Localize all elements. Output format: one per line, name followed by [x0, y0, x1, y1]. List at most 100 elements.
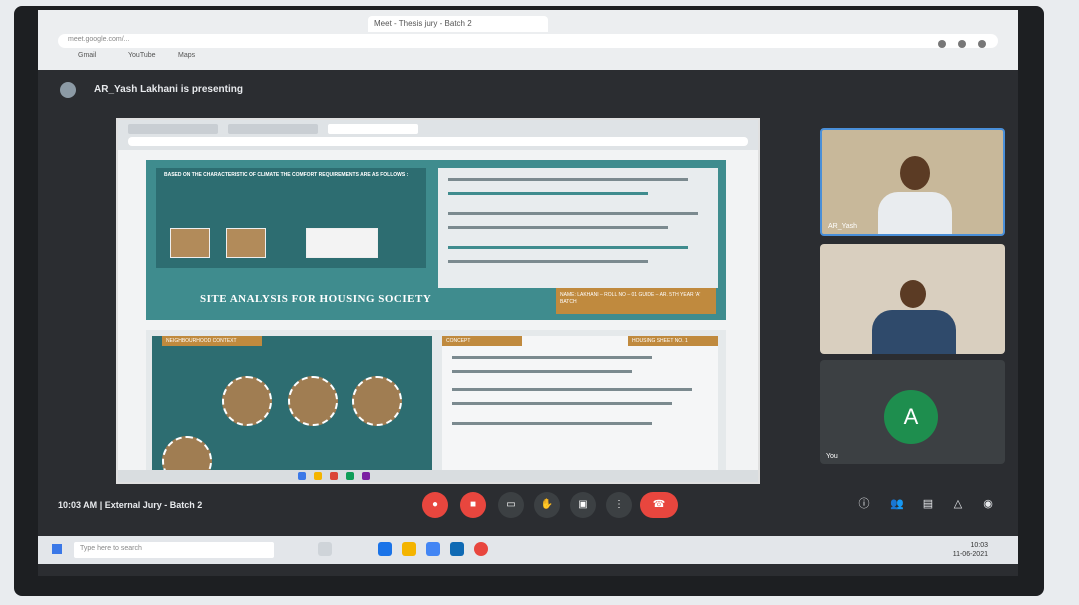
bookmark-gmail[interactable]: Gmail: [78, 52, 96, 59]
banner-title: SITE ANALYSIS FOR HOUSING SOCIETY: [200, 293, 432, 305]
text-line: [448, 192, 648, 195]
shared-tab: [228, 124, 318, 134]
raise-hand-button[interactable]: ✋: [534, 492, 560, 518]
participant-head: [900, 280, 926, 308]
browser-chrome: Meet - Thesis jury - Batch 2 meet.google…: [38, 10, 1018, 70]
participant-tile-self[interactable]: A You: [820, 360, 1005, 464]
store-icon[interactable]: [426, 542, 440, 556]
self-avatar: A: [884, 390, 938, 444]
app-icon: [330, 472, 338, 480]
meeting-time: 10:03 AM: [58, 500, 98, 510]
context-photo: [352, 376, 402, 426]
shared-tab-active: [328, 124, 418, 134]
address-bar[interactable]: meet.google.com/...: [58, 34, 998, 48]
profile-icon[interactable]: [958, 40, 966, 48]
edge-icon[interactable]: [378, 542, 392, 556]
camera-off-icon: ■: [469, 499, 477, 510]
text-line: [452, 402, 672, 405]
shared-tab: [128, 124, 218, 134]
participant-body: [872, 310, 956, 354]
shared-taskbar: [118, 470, 758, 482]
more-vert-icon: ⋮: [614, 499, 624, 510]
chrome-icon[interactable]: [474, 542, 488, 556]
windows-start-icon[interactable]: [52, 544, 62, 554]
chat-icon[interactable]: ▤: [922, 498, 934, 510]
building-thumbnail: [226, 228, 266, 258]
present-icon: ▣: [578, 499, 588, 510]
screen: Meet - Thesis jury - Batch 2 meet.google…: [38, 10, 1018, 576]
text-line: [448, 246, 688, 249]
presenter-label: AR_Yash Lakhani is presenting: [94, 84, 243, 95]
captions-button[interactable]: ▭: [498, 492, 524, 518]
clock-date: 11-06-2021: [952, 551, 988, 558]
menu-icon[interactable]: [978, 40, 986, 48]
browser-tab[interactable]: Meet - Thesis jury - Batch 2: [368, 16, 548, 32]
title-banner: SITE ANALYSIS FOR HOUSING SOCIETY: [186, 288, 546, 310]
text-line: [452, 388, 692, 391]
shared-browser-chrome: [118, 120, 758, 150]
presenter-bar: AR_Yash Lakhani is presenting: [38, 78, 1018, 102]
app-icon: [298, 472, 306, 480]
sheet-tag: HOUSING SHEET NO. 1: [628, 336, 718, 346]
presenter-avatar: [60, 82, 76, 98]
text-line: [452, 356, 652, 359]
extension-icon[interactable]: [938, 40, 946, 48]
participant-name: AR_Yash: [828, 223, 858, 230]
activities-icon[interactable]: △: [952, 498, 964, 510]
mic-off-button[interactable]: ●: [422, 492, 448, 518]
presentation-board-2: NEIGHBOURHOOD CONTEXT CONCEPT HOUSING SH…: [146, 330, 726, 482]
end-call-button[interactable]: ☎: [640, 492, 678, 518]
present-button[interactable]: ▣: [570, 492, 596, 518]
context-tag: NEIGHBOURHOOD CONTEXT: [162, 336, 262, 346]
lock-icon[interactable]: ◉: [982, 498, 994, 510]
meeting-title: External Jury - Batch 2: [104, 500, 203, 510]
info-icon[interactable]: ⓘ: [858, 498, 870, 510]
context-photo: [288, 376, 338, 426]
mail-icon[interactable]: [450, 542, 464, 556]
concept-panel: CONCEPT HOUSING SHEET NO. 1: [442, 336, 718, 476]
section-drawing: [306, 228, 378, 258]
app-icon: [346, 472, 354, 480]
people-icon[interactable]: 👥: [890, 498, 904, 510]
meeting-details: 10:03 AM | External Jury - Batch 2: [58, 500, 202, 510]
context-photo: [222, 376, 272, 426]
text-line: [448, 212, 698, 215]
text-line: [448, 260, 648, 263]
concept-tag: CONCEPT: [442, 336, 522, 346]
participant-body: [878, 192, 952, 234]
shared-screen: BASED ON THE CHARACTERISTIC OF CLIMATE T…: [116, 118, 760, 484]
participant-tile-1[interactable]: AR_Yash: [820, 128, 1005, 236]
participant-name: You: [826, 453, 838, 460]
presentation-board-1: BASED ON THE CHARACTERISTIC OF CLIMATE T…: [146, 160, 726, 320]
participant-head: [900, 156, 930, 190]
text-line: [452, 422, 652, 425]
app-icon: [314, 472, 322, 480]
system-clock[interactable]: 10:03 11-06-2021: [953, 541, 988, 559]
camera-off-button[interactable]: ■: [460, 492, 486, 518]
shared-address-bar: [128, 137, 748, 146]
meeting-separator: |: [99, 500, 103, 510]
participant-tile-2[interactable]: [820, 244, 1005, 354]
meet-control-bar: 10:03 AM | External Jury - Batch 2 ● ■ ▭…: [38, 484, 1018, 524]
context-panel: NEIGHBOURHOOD CONTEXT: [152, 336, 432, 482]
task-view-icon[interactable]: [318, 542, 332, 556]
bookmark-maps[interactable]: Maps: [178, 52, 195, 59]
bookmark-youtube[interactable]: YouTube: [128, 52, 156, 59]
windows-taskbar: Type here to search 10:03 11-06-2021: [38, 536, 1018, 564]
building-thumbnail: [170, 228, 210, 258]
notes-panel: [438, 168, 718, 288]
climate-heading: BASED ON THE CHARACTERISTIC OF CLIMATE T…: [164, 172, 409, 178]
taskbar-search[interactable]: Type here to search: [74, 542, 274, 558]
file-explorer-icon[interactable]: [402, 542, 416, 556]
app-icon: [362, 472, 370, 480]
climate-panel: BASED ON THE CHARACTERISTIC OF CLIMATE T…: [156, 168, 426, 268]
text-line: [448, 226, 668, 229]
text-line: [452, 370, 632, 373]
more-options-button[interactable]: ⋮: [606, 492, 632, 518]
student-info: NAME: LAKHANI – ROLL NO – 01 GUIDE – AR.…: [556, 288, 716, 314]
clock-time: 10:03: [970, 542, 988, 549]
hand-icon: ✋: [540, 499, 554, 510]
end-call-icon: ☎: [652, 499, 666, 510]
mic-off-icon: ●: [431, 499, 439, 510]
text-line: [448, 178, 688, 181]
